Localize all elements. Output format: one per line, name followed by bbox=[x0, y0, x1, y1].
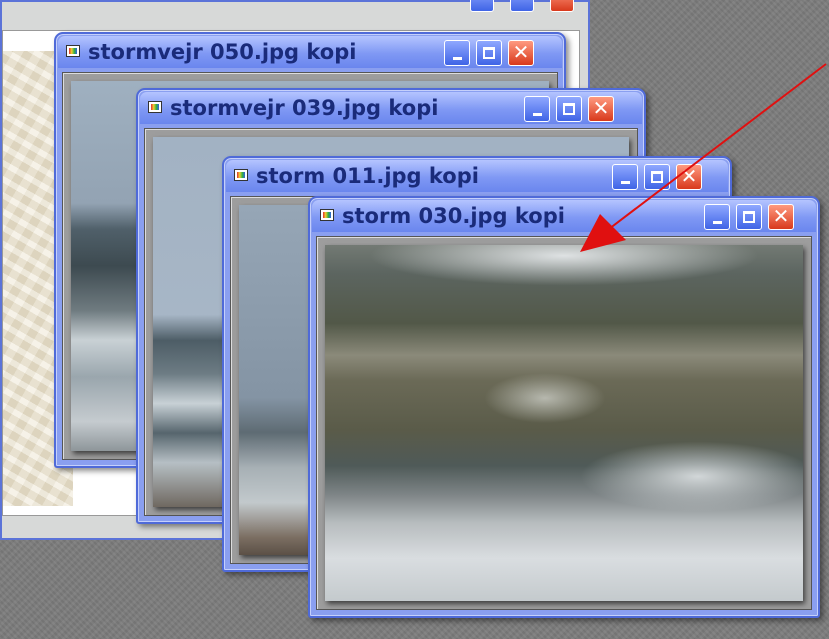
annotation-arrow bbox=[580, 63, 827, 252]
arrow-shaft bbox=[604, 63, 827, 233]
arrow-head bbox=[580, 214, 626, 252]
